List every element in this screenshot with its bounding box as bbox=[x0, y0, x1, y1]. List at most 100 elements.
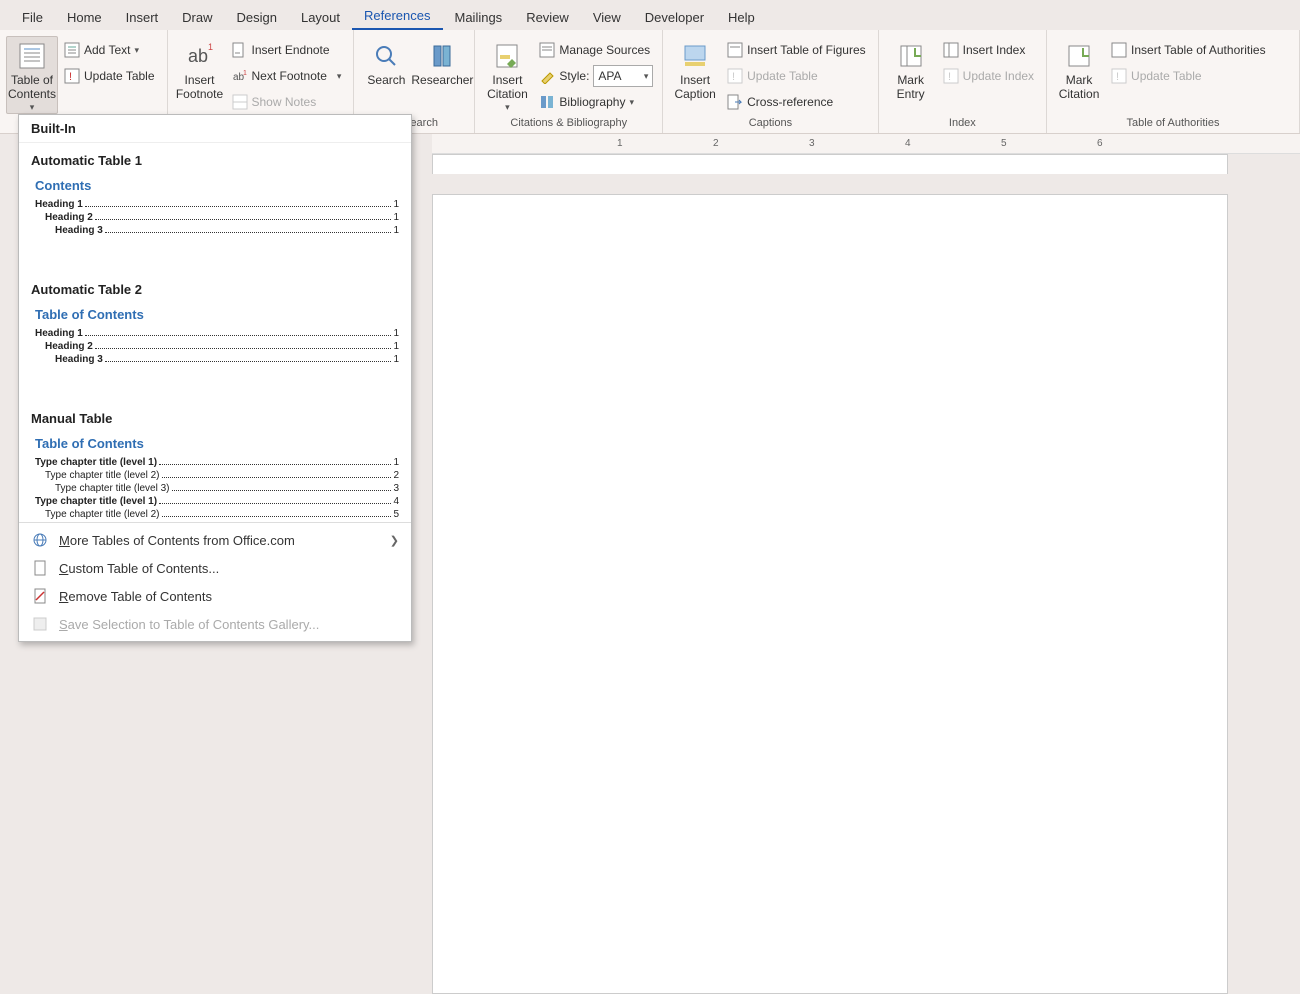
insert-citation-button[interactable]: Insert Citation ▾ bbox=[481, 36, 533, 114]
gallery-item-manual[interactable]: Manual Table Table of Contents Type chap… bbox=[31, 411, 399, 520]
mark-citation-l1: Mark bbox=[1066, 74, 1093, 88]
mark-citation-button[interactable]: Mark Citation bbox=[1053, 36, 1105, 104]
custom-toc-button[interactable]: Custom Table of Contents... bbox=[19, 554, 411, 582]
mark-entry-l1: Mark bbox=[897, 74, 924, 88]
show-notes-label: Show Notes bbox=[252, 95, 317, 109]
crossref-label: Cross-reference bbox=[747, 95, 833, 109]
manage-sources-button[interactable]: Manage Sources bbox=[537, 38, 656, 62]
toc-icon bbox=[16, 40, 48, 72]
next-footnote-icon: ab1 bbox=[232, 68, 248, 84]
mark-citation-l2: Citation bbox=[1059, 88, 1100, 102]
tab-home[interactable]: Home bbox=[55, 4, 114, 30]
search-label: Search bbox=[367, 74, 405, 88]
update-toa-button[interactable]: ! Update Table bbox=[1109, 64, 1272, 88]
gallery-item-auto1[interactable]: Automatic Table 1 Contents Heading 11Hea… bbox=[31, 153, 399, 276]
toc-label2: Contents ▾ bbox=[8, 88, 56, 112]
tof-label: Insert Table of Figures bbox=[747, 43, 866, 57]
mark-entry-button[interactable]: Mark Entry bbox=[885, 36, 937, 104]
update-figures-button[interactable]: ! Update Table bbox=[725, 64, 872, 88]
auto2-sub: Table of Contents bbox=[35, 307, 399, 322]
add-text-label: Add Text bbox=[84, 43, 130, 57]
search-button[interactable]: Search bbox=[360, 36, 412, 90]
insert-endnote-button[interactable]: Insert Endnote bbox=[230, 38, 348, 62]
chevron-down-icon: ▾ bbox=[644, 71, 649, 82]
group-citations: Insert Citation ▾ Manage Sources Style: … bbox=[475, 30, 663, 133]
svg-text:ab: ab bbox=[188, 46, 208, 66]
style-select[interactable]: APA ▾ bbox=[593, 65, 653, 87]
gallery-menu: More Tables of Contents from Office.com … bbox=[19, 522, 411, 641]
tab-developer[interactable]: Developer bbox=[633, 4, 716, 30]
group-citations-label: Citations & Bibliography bbox=[481, 115, 656, 133]
bibliography-button[interactable]: Bibliography ▾ bbox=[537, 90, 656, 114]
insert-index-icon bbox=[943, 42, 959, 58]
caption-icon bbox=[679, 40, 711, 72]
tab-review[interactable]: Review bbox=[514, 4, 581, 30]
chevron-right-icon: ❯ bbox=[390, 534, 399, 547]
tab-draw[interactable]: Draw bbox=[170, 4, 224, 30]
insert-footnote-button[interactable]: ab1 Insert Footnote bbox=[174, 36, 226, 104]
crossref-icon bbox=[727, 94, 743, 110]
horizontal-ruler[interactable]: 123456 bbox=[432, 134, 1300, 154]
toc-line: Heading 11 bbox=[35, 199, 399, 210]
insert-toa-label: Insert Table of Authorities bbox=[1131, 43, 1266, 57]
insert-index-button[interactable]: Insert Index bbox=[941, 38, 1040, 62]
update-index-button[interactable]: ! Update Index bbox=[941, 64, 1040, 88]
auto1-sub: Contents bbox=[35, 178, 399, 193]
add-text-button[interactable]: Add Text ▾ bbox=[62, 38, 161, 62]
tab-help[interactable]: Help bbox=[716, 4, 767, 30]
update-toa-label: Update Table bbox=[1131, 69, 1202, 83]
cross-reference-button[interactable]: Cross-reference bbox=[725, 90, 872, 114]
remove-toc-button[interactable]: Remove Table of Contents bbox=[19, 582, 411, 610]
insert-caption-l1: Insert bbox=[680, 74, 710, 88]
insert-caption-button[interactable]: Insert Caption bbox=[669, 36, 721, 104]
toc-line: Type chapter title (level 2)2 bbox=[35, 470, 399, 481]
svg-text:!: ! bbox=[1116, 71, 1119, 83]
researcher-icon bbox=[426, 40, 458, 72]
page-top-strip bbox=[432, 154, 1228, 174]
svg-text:1: 1 bbox=[243, 70, 247, 77]
ruler-tick: 3 bbox=[809, 138, 815, 149]
chevron-down-icon: ▾ bbox=[629, 97, 634, 108]
ruler-tick: 6 bbox=[1097, 138, 1103, 149]
custom-toc-label: Custom Table of Contents... bbox=[59, 561, 219, 576]
insert-citation-l2: Citation ▾ bbox=[487, 88, 528, 112]
svg-text:!: ! bbox=[948, 71, 951, 83]
tab-mailings[interactable]: Mailings bbox=[443, 4, 515, 30]
manage-sources-label: Manage Sources bbox=[559, 43, 650, 57]
more-toc-button[interactable]: More Tables of Contents from Office.com … bbox=[19, 526, 411, 554]
update-toa-icon: ! bbox=[1111, 68, 1127, 84]
researcher-button[interactable]: Researcher bbox=[416, 36, 468, 90]
toa-icon bbox=[1111, 42, 1127, 58]
ruler-tick: 2 bbox=[713, 138, 719, 149]
citation-icon bbox=[491, 40, 523, 72]
ruler-tick: 1 bbox=[617, 138, 623, 149]
group-captions: Insert Caption Insert Table of Figures !… bbox=[663, 30, 879, 133]
tab-insert[interactable]: Insert bbox=[114, 4, 171, 30]
toc-gallery-dropdown: Built-In Automatic Table 1 Contents Head… bbox=[18, 114, 412, 642]
table-of-contents-button[interactable]: Table of Contents ▾ bbox=[6, 36, 58, 114]
tab-references[interactable]: References bbox=[352, 2, 442, 30]
style-value: APA bbox=[598, 69, 621, 83]
auto2-title: Automatic Table 2 bbox=[31, 282, 399, 297]
update-figures-icon: ! bbox=[727, 68, 743, 84]
ruler-tick: 5 bbox=[1001, 138, 1007, 149]
manual-sub: Table of Contents bbox=[35, 436, 399, 451]
next-footnote-button[interactable]: ab1 Next Footnote ▾ bbox=[230, 64, 348, 88]
toc-line: Heading 31 bbox=[35, 354, 399, 365]
update-table-button[interactable]: ! Update Table bbox=[62, 64, 161, 88]
gallery-scroll[interactable]: Automatic Table 1 Contents Heading 11 Hea… bbox=[19, 143, 411, 522]
document-page[interactable] bbox=[432, 194, 1228, 994]
insert-toa-button[interactable]: Insert Table of Authorities bbox=[1109, 38, 1272, 62]
tab-design[interactable]: Design bbox=[225, 4, 289, 30]
tab-layout[interactable]: Layout bbox=[289, 4, 352, 30]
tab-file[interactable]: File bbox=[10, 4, 55, 30]
gallery-item-auto2[interactable]: Automatic Table 2 Table of Contents Head… bbox=[31, 282, 399, 405]
mark-entry-icon bbox=[895, 40, 927, 72]
footnote-icon: ab1 bbox=[184, 40, 216, 72]
auto1-title: Automatic Table 1 bbox=[31, 153, 399, 168]
show-notes-button[interactable]: Show Notes bbox=[230, 90, 348, 114]
toc-line: Heading 11 bbox=[35, 328, 399, 339]
insert-table-figures-button[interactable]: Insert Table of Figures bbox=[725, 38, 872, 62]
endnote-icon bbox=[232, 42, 248, 58]
tab-view[interactable]: View bbox=[581, 4, 633, 30]
